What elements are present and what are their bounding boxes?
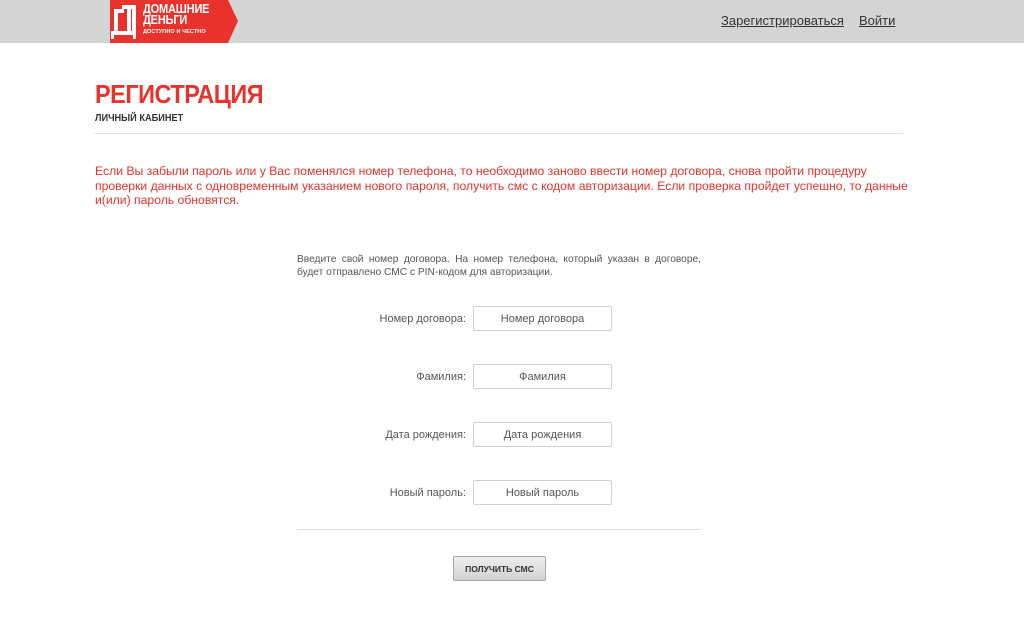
password-reset-warning: Если Вы забыли пароль или у Вас поменялс…: [95, 164, 908, 207]
surname-label: Фамилия:: [416, 371, 466, 383]
page-title: РЕГИСТРАЦИЯ: [95, 79, 264, 109]
birthdate-label: Дата рождения:: [385, 429, 466, 441]
form-divider: [297, 529, 701, 530]
form-intro: Введите свой номер договора. На номер те…: [297, 254, 701, 278]
title-divider: [95, 133, 903, 134]
logo-tagline: ДОСТУПНО И ЧЕСТНО: [143, 29, 206, 35]
new-password-input[interactable]: [473, 480, 612, 505]
header-bar: ДОМАШНИЕ ДЕНЬГИ ДОСТУПНО И ЧЕСТНО Зареги…: [0, 0, 1024, 43]
page-subtitle: ЛИЧНЫЙ КАБИНЕТ: [95, 113, 184, 124]
contract-number-input[interactable]: [473, 306, 612, 331]
logo-text: ДОМАШНИЕ ДЕНЬГИ ДОСТУПНО И ЧЕСТНО: [143, 3, 218, 38]
new-password-label: Новый пароль:: [389, 487, 466, 499]
brand-logo[interactable]: ДОМАШНИЕ ДЕНЬГИ ДОСТУПНО И ЧЕСТНО: [110, 0, 240, 43]
register-link[interactable]: Зарегистрироваться: [721, 13, 844, 28]
contract-number-label: Номер договора:: [379, 313, 466, 325]
birthdate-input[interactable]: [473, 422, 612, 447]
surname-input[interactable]: [473, 364, 612, 389]
get-sms-button[interactable]: ПОЛУЧИТЬ СМС: [453, 556, 546, 581]
logo-line-2: ДЕНЬГИ: [143, 13, 188, 27]
login-link[interactable]: Войти: [859, 13, 895, 28]
